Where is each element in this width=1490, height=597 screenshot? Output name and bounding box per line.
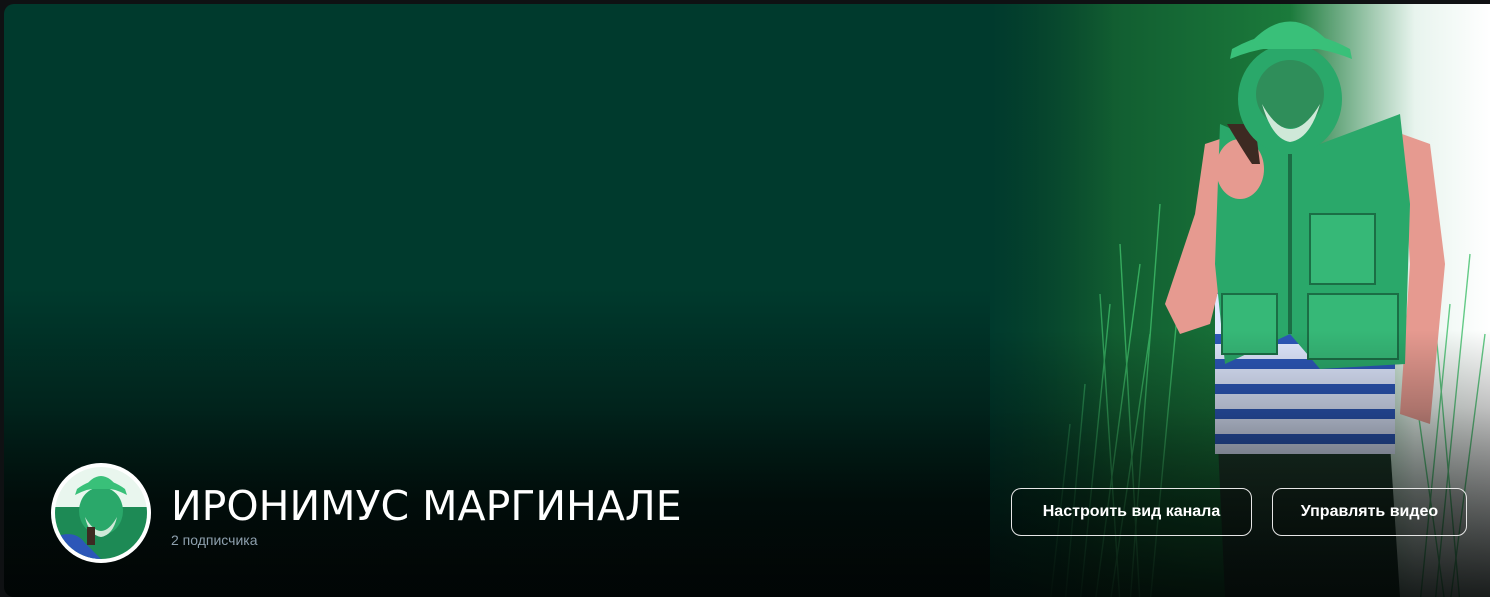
page-frame: ИРОНИМУС МАРГИНАЛЕ 2 подписчика Настроит…: [0, 0, 1490, 597]
avatar-image: [55, 467, 147, 559]
channel-title: ИРОНИМУС МАРГИНАЛЕ: [171, 482, 682, 530]
customize-channel-button[interactable]: Настроить вид канала: [1011, 488, 1252, 536]
subscriber-count: 2 подписчика: [171, 532, 258, 548]
channel-avatar[interactable]: [51, 463, 151, 563]
manage-videos-button[interactable]: Управлять видео: [1272, 488, 1467, 536]
